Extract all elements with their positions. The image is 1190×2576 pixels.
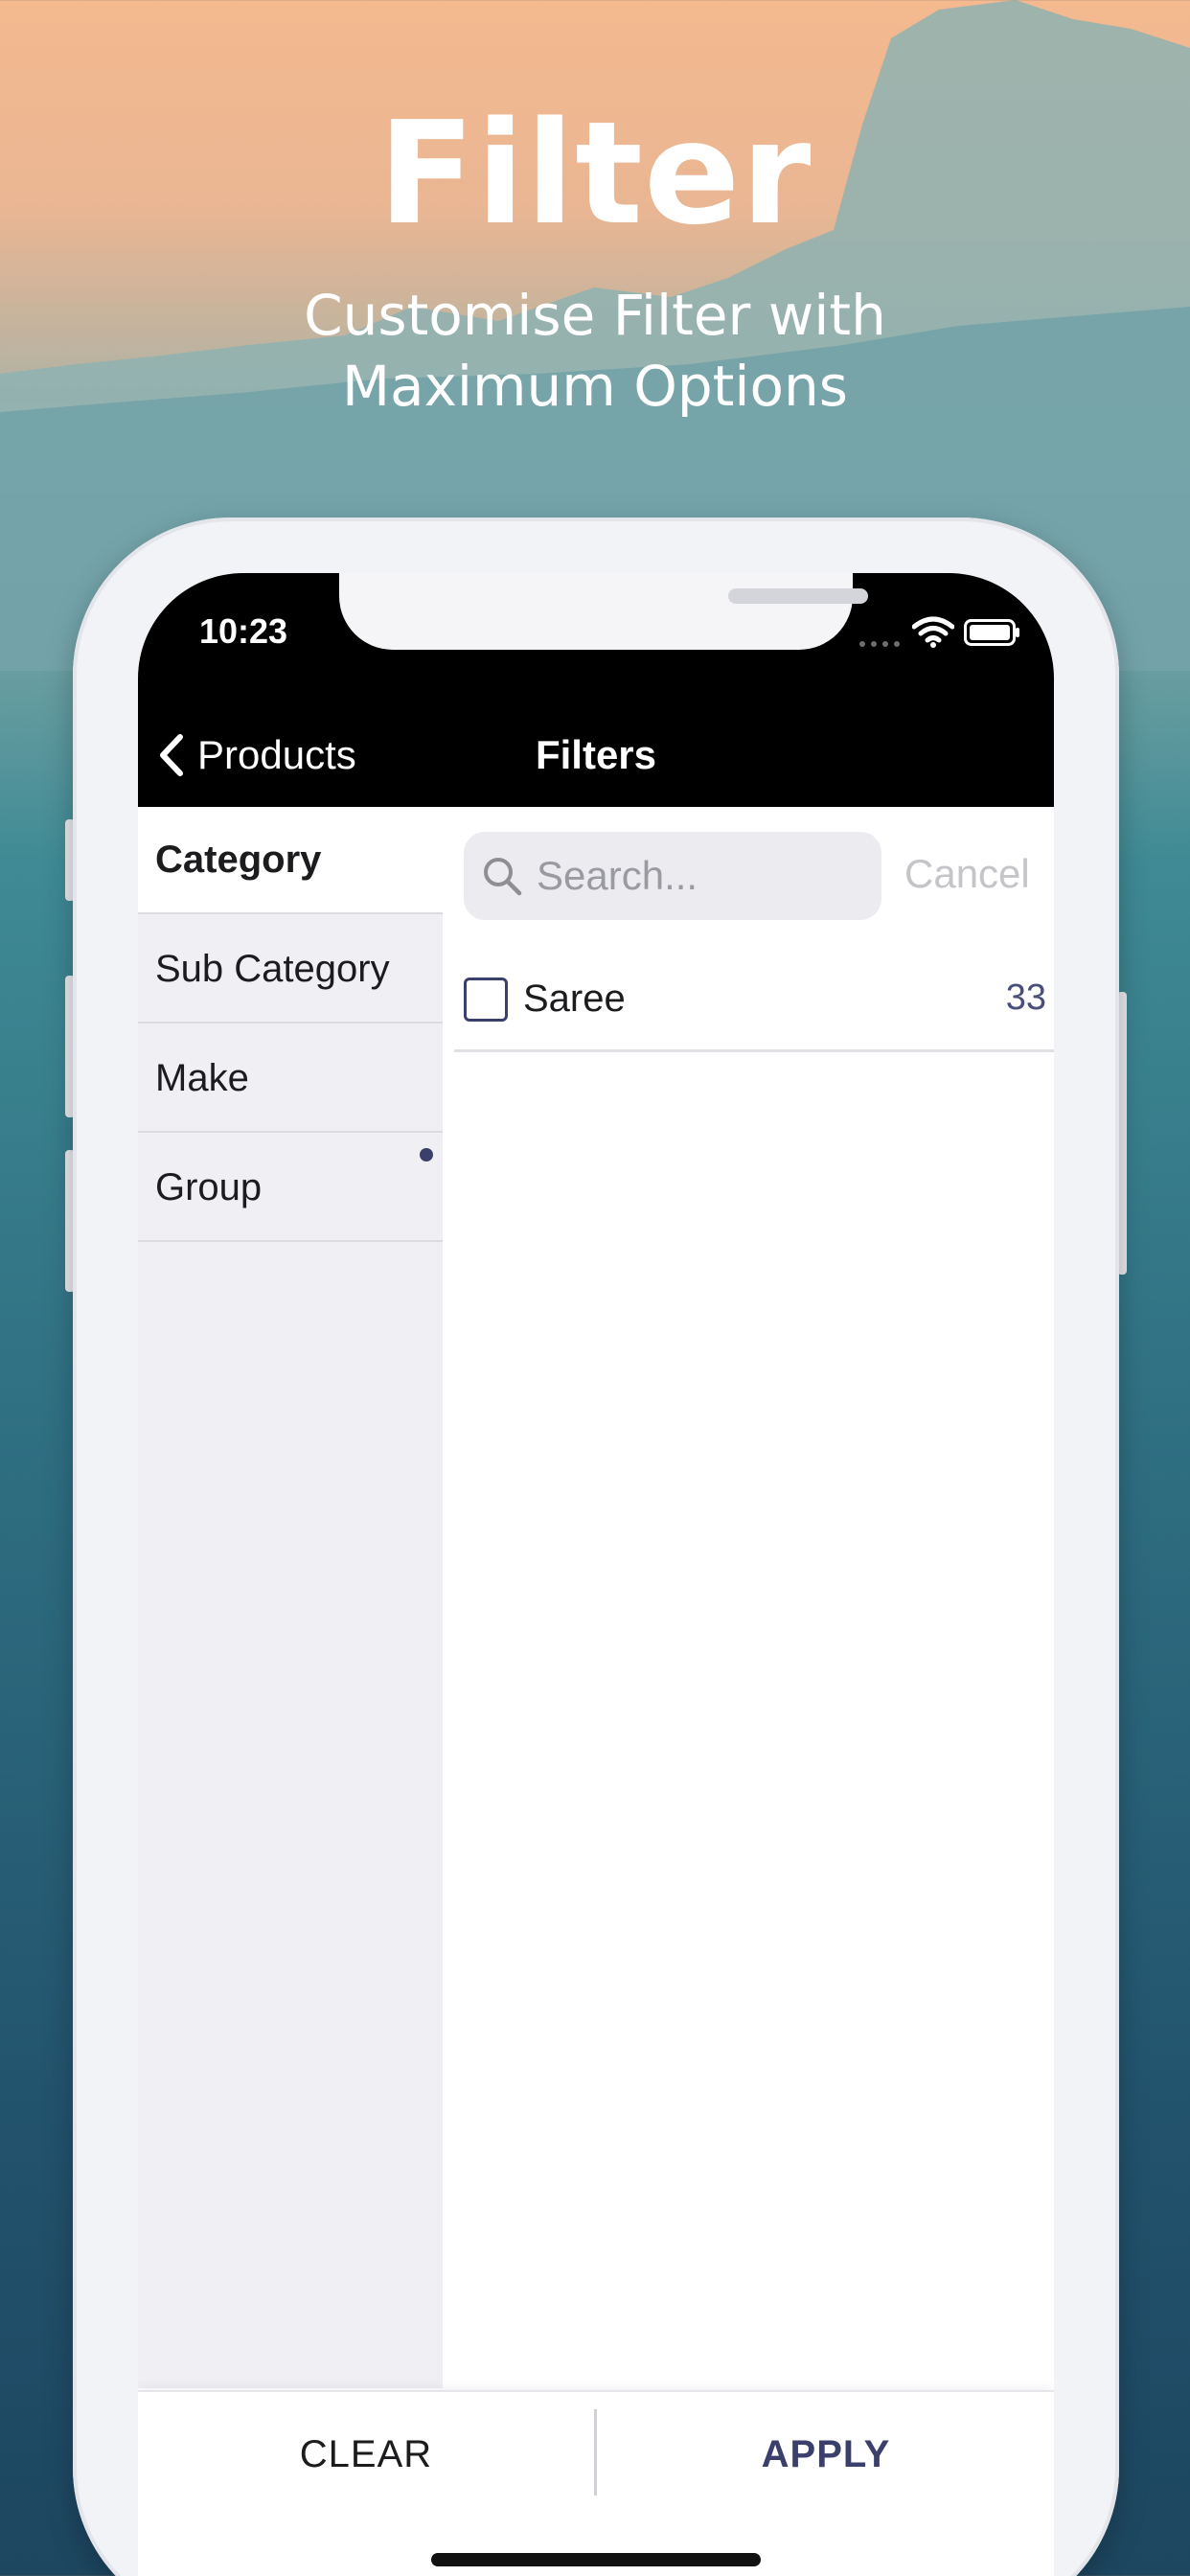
option-count: 33 xyxy=(1005,978,1046,1018)
battery-icon xyxy=(964,619,1019,646)
sidebar-item-category[interactable]: Category xyxy=(138,807,443,914)
sidebar-item-sub-category[interactable]: Sub Category xyxy=(138,916,443,1024)
sidebar-item-make[interactable]: Make xyxy=(138,1025,443,1133)
sidebar-item-label: Sub Category xyxy=(155,947,390,990)
clear-button[interactable]: CLEAR xyxy=(138,2392,594,2517)
home-indicator xyxy=(431,2553,761,2566)
status-time: 10:23 xyxy=(199,611,288,651)
search-input[interactable]: Search... xyxy=(464,832,881,920)
option-label: Saree xyxy=(523,978,626,1020)
option-checkbox[interactable] xyxy=(464,978,508,1022)
navigation-bar: 10:23 Products Filters xyxy=(138,573,1054,807)
sidebar-item-label: Group xyxy=(155,1165,263,1208)
phone-notch xyxy=(339,573,868,650)
search-icon xyxy=(484,858,522,896)
selection-indicator-dot xyxy=(420,1148,433,1162)
phone-screen: 10:23 Products Filters Category Sub Cate… xyxy=(138,573,1054,2576)
action-bar: CLEAR APPLY xyxy=(138,2390,1054,2576)
cancel-button[interactable]: Cancel xyxy=(904,851,1030,897)
promo-subtitle: Customise Filter with Maximum Options xyxy=(304,283,886,419)
filter-option-row[interactable]: Saree 33 xyxy=(454,941,1054,1052)
sidebar-item-label: Make xyxy=(155,1056,249,1099)
search-placeholder: Search... xyxy=(537,853,698,898)
button-divider xyxy=(594,2409,597,2496)
apply-button[interactable]: APPLY xyxy=(598,2392,1054,2517)
sidebar-item-label: Category xyxy=(155,838,322,881)
filter-category-sidebar: Category Sub Category Make Group xyxy=(138,807,443,2388)
signal-icon xyxy=(859,641,900,647)
sidebar-item-group[interactable]: Group xyxy=(138,1135,443,1242)
promo-title: Filter xyxy=(378,91,812,256)
wifi-icon xyxy=(912,616,954,648)
page-title: Filters xyxy=(535,732,657,777)
phone-speaker xyxy=(728,588,868,604)
